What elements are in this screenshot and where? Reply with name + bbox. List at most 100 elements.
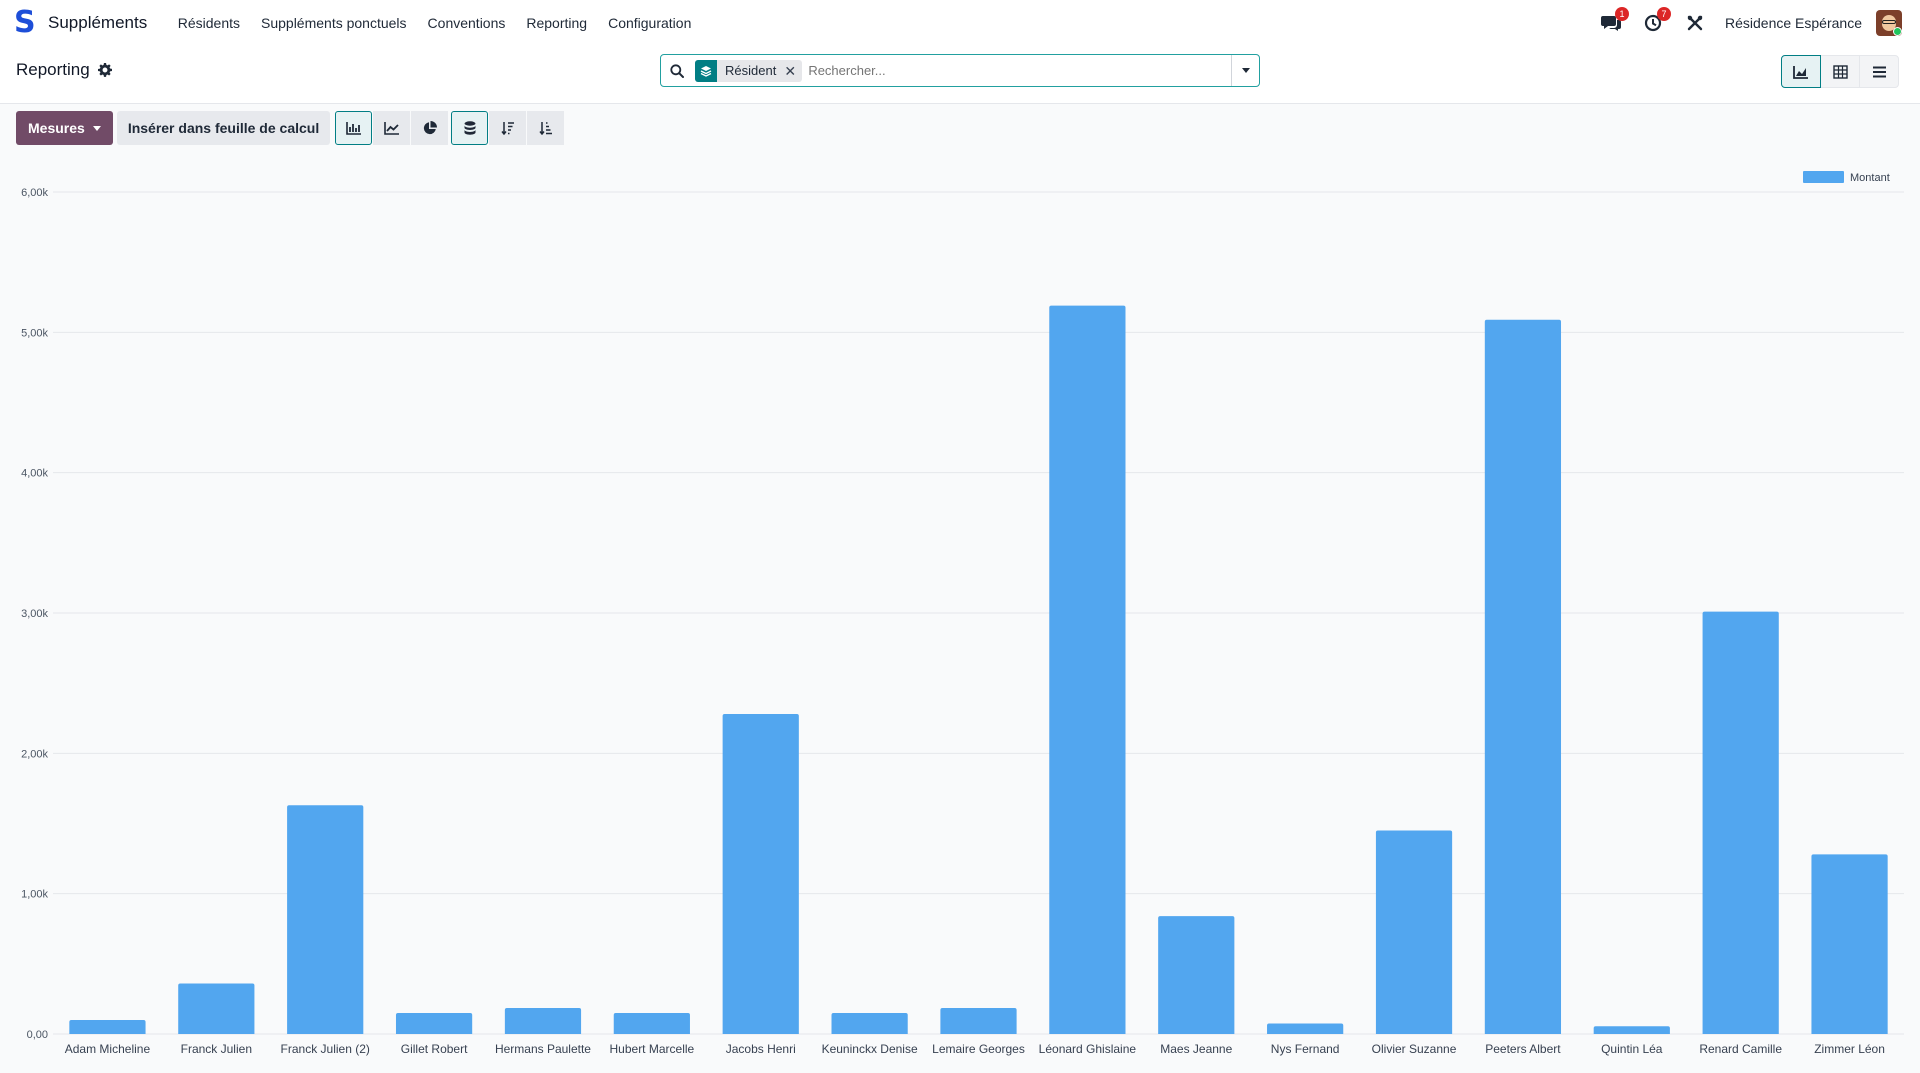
y-tick-label: 4,00k — [21, 468, 48, 480]
legend-label: Montant — [1850, 172, 1890, 184]
line-chart-button[interactable] — [373, 111, 411, 145]
list-icon — [1872, 66, 1886, 77]
chart-bar — [287, 805, 364, 1034]
pie-chart-button[interactable] — [411, 111, 449, 145]
app-brand[interactable]: S Suppléments — [14, 5, 148, 40]
bar-chart-button[interactable] — [335, 111, 373, 145]
x-tick-label: Olivier Suzanne — [1372, 1042, 1457, 1056]
caret-down-icon — [1241, 68, 1250, 73]
search-icon[interactable] — [661, 63, 693, 78]
chart-bar — [831, 1012, 908, 1034]
x-tick-label: Nys Fernand — [1271, 1042, 1340, 1056]
chart-bar — [613, 1012, 690, 1034]
app-logo-icon: S — [14, 5, 36, 40]
y-tick-label: 0,00 — [27, 1029, 48, 1041]
chart-bar — [722, 714, 799, 1034]
chart-bar — [504, 1008, 582, 1034]
chart-bar — [178, 983, 255, 1034]
graph-view-button[interactable] — [1781, 55, 1821, 88]
main-menu: Résidents Suppléments ponctuels Conventi… — [167, 15, 702, 31]
list-view-button[interactable] — [1859, 55, 1899, 88]
activities-clock-icon[interactable]: 7 — [1641, 7, 1672, 35]
menu-item-reporting[interactable]: Reporting — [516, 15, 598, 31]
chart-type-group — [335, 111, 449, 145]
x-tick-label: Gillet Robert — [401, 1042, 468, 1056]
close-icon[interactable]: ✕ — [784, 60, 802, 82]
menu-item-configuration[interactable]: Configuration — [598, 15, 702, 31]
menu-item-residents[interactable]: Résidents — [167, 15, 250, 31]
layers-icon — [695, 59, 717, 82]
y-tick-label: 6,00k — [21, 187, 48, 199]
y-tick-label: 5,00k — [21, 327, 48, 339]
chart-bar — [1811, 854, 1888, 1034]
chart-bar — [1484, 319, 1562, 1034]
chart-bar — [395, 1012, 473, 1034]
stacked-toggle-button[interactable] — [451, 111, 489, 145]
menu-item-supplements-ponctuels[interactable]: Suppléments ponctuels — [251, 15, 418, 31]
caret-down-icon — [92, 125, 101, 131]
menu-item-conventions[interactable]: Conventions — [417, 15, 516, 31]
x-tick-label: Renard Camille — [1699, 1042, 1782, 1056]
x-tick-label: Léonard Ghislaine — [1039, 1042, 1137, 1056]
x-tick-label: Quintin Léa — [1601, 1042, 1663, 1056]
y-tick-label: 2,00k — [21, 748, 48, 760]
pie-chart-icon — [423, 121, 437, 135]
y-tick-label: 3,00k — [21, 608, 48, 620]
sort-descending-icon — [501, 122, 514, 135]
x-tick-label: Jacobs Henri — [726, 1042, 796, 1056]
x-tick-label: Keuninckx Denise — [822, 1042, 918, 1056]
facet-label: Résident — [725, 62, 777, 78]
x-tick-label: Hermans Paulette — [495, 1042, 591, 1056]
legend-swatch — [1803, 171, 1844, 183]
insert-spreadsheet-button[interactable]: Insérer dans feuille de calcul — [116, 111, 331, 145]
table-icon — [1832, 64, 1848, 79]
line-chart-icon — [383, 122, 399, 135]
systray: 1 7 Résidence Espérance — [1599, 0, 1920, 46]
view-switcher — [1781, 55, 1899, 88]
search-facet[interactable]: Résident ✕ — [695, 59, 803, 82]
page-title: Reporting — [16, 60, 90, 79]
measures-label: Mesures — [28, 120, 85, 136]
messages-icon[interactable]: 1 — [1599, 7, 1630, 35]
search-options-toggle[interactable] — [1231, 55, 1259, 86]
bar-chart-icon — [345, 122, 361, 135]
pivot-view-button[interactable] — [1820, 55, 1860, 88]
sort-ascending-button[interactable] — [527, 111, 565, 145]
tools-icon[interactable] — [1683, 11, 1707, 35]
activities-badge: 7 — [1657, 7, 1672, 21]
search-bar: Résident ✕ — [660, 54, 1260, 87]
chart-bar — [1158, 916, 1235, 1034]
x-tick-label: Franck Julien — [181, 1042, 252, 1056]
search-input[interactable] — [802, 56, 1231, 85]
online-status-icon — [1893, 27, 1902, 36]
measures-dropdown-button[interactable]: Mesures — [16, 111, 113, 145]
graph-toolbar: Mesures Insérer dans feuille de calcul — [16, 111, 565, 145]
messages-badge: 1 — [1615, 7, 1630, 21]
database-icon — [464, 120, 476, 135]
chart-bar — [1267, 1023, 1344, 1034]
breadcrumb: Reporting — [16, 60, 112, 80]
x-tick-label: Peeters Albert — [1485, 1042, 1561, 1056]
top-navbar: S Suppléments Résidents Suppléments ponc… — [0, 0, 1920, 46]
control-panel: Reporting Résident ✕ — [0, 46, 1920, 104]
company-switcher[interactable]: Résidence Espérance — [1725, 15, 1862, 31]
chart-bar — [940, 1008, 1017, 1034]
x-tick-label: Hubert Marcelle — [610, 1042, 695, 1056]
y-tick-label: 1,00k — [21, 889, 48, 901]
user-avatar[interactable] — [1876, 10, 1902, 36]
sort-descending-button[interactable] — [489, 111, 527, 145]
x-tick-label: Lemaire Georges — [932, 1042, 1025, 1056]
bar-chart: 0,00 1,00k 2,00k 3,00k 4,00k 5,00k 6,00k Adam M… — [21, 171, 1904, 1056]
chart-bar — [1593, 1026, 1670, 1034]
x-tick-label: Maes Jeanne — [1160, 1042, 1232, 1056]
chart-options-group — [451, 111, 565, 145]
chart-bar — [1375, 830, 1453, 1034]
x-tick-label: Zimmer Léon — [1814, 1042, 1885, 1056]
app-name: Suppléments — [48, 13, 148, 32]
gear-icon[interactable] — [97, 63, 112, 77]
x-tick-label: Adam Micheline — [65, 1042, 151, 1056]
x-tick-label: Franck Julien (2) — [281, 1042, 370, 1056]
area-chart-icon — [1793, 65, 1808, 79]
sort-ascending-icon — [539, 122, 552, 135]
chart-bar — [1702, 611, 1779, 1034]
